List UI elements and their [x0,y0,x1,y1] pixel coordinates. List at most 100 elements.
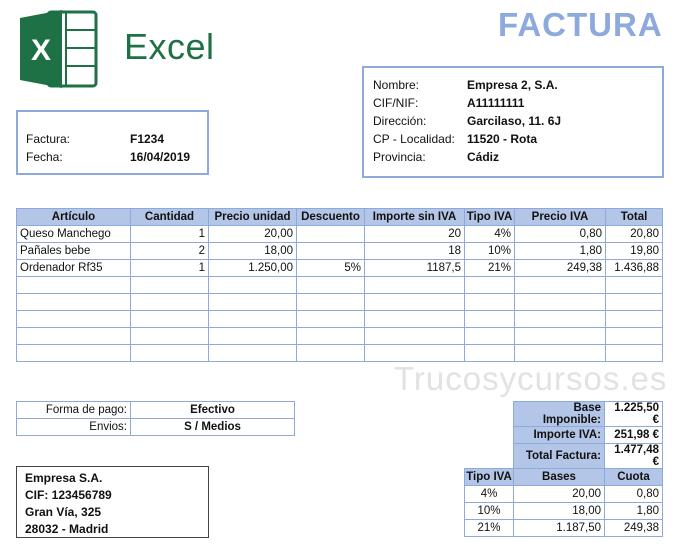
table-cell: 20,00 [208,225,297,243]
col-header: Descuento [296,208,365,226]
col-header: Tipo IVA [464,468,514,486]
table-cell [16,344,131,362]
client-row: CP - Localidad: 11520 - Rota [373,132,537,146]
col-header: Cuota [604,468,663,486]
table-cell [296,242,365,260]
payment-method-row: Forma de pago: Efectivo [16,401,295,419]
company-info-box: Empresa S.A. CIF: 123456789 Gran Vía, 32… [16,466,209,538]
table-cell [208,344,297,362]
tax-table: Tipo IVA Bases Cuota 4% 20,00 0,80 10% 1… [464,468,663,537]
client-label: Nombre: [373,78,420,92]
payment-table: Forma de pago: Efectivo Envios: S / Medi… [16,401,295,436]
client-info-box: Nombre: Empresa 2, S.A. CIF/NIF: A11111111… [362,66,664,178]
col-header: Cantidad [130,208,209,226]
table-cell: 4% [464,225,515,243]
total-label: Total Factura: [513,443,605,469]
table-row [16,327,663,345]
tax-cell: 18,00 [513,502,605,520]
col-header: Precio IVA [514,208,606,226]
table-cell [364,344,465,362]
invoice-number-row: Factura: F1234 [26,132,164,146]
table-cell [364,293,465,311]
totals-table: Base Imponible: 1.225,50 € Importe IVA: … [513,401,663,469]
table-cell [296,344,365,362]
table-cell [364,310,465,328]
tax-row: 10% 18,00 1,80 [464,502,663,520]
col-header: Total [605,208,663,226]
invoice-date-row: Fecha: 16/04/2019 [26,150,190,164]
invoice-number: F1234 [130,132,165,146]
company-line: 28032 - Madrid [25,522,109,536]
table-cell [296,327,365,345]
items-table: Artículo Cantidad Precio unidad Descuent… [16,208,663,362]
table-cell [464,327,515,345]
client-row: Provincia: Cádiz [373,150,499,164]
table-cell: 18,00 [208,242,297,260]
client-value: Cádiz [467,150,500,164]
table-cell: 0,80 [514,225,606,243]
excel-logo-letter: X [31,34,51,67]
col-header: Importe sin IVA [364,208,465,226]
table-cell [514,310,606,328]
base-label: Base Imponible: [513,401,605,427]
table-cell: 1.436,88 [605,259,663,277]
table-cell [296,293,365,311]
table-row: Pañales bebe 2 18,00 18 10% 1,80 19,80 [16,242,663,260]
table-cell [208,276,297,294]
table-cell: 20 [364,225,465,243]
shipping-row: Envios: S / Medios [16,418,295,436]
client-label: Provincia: [373,150,426,164]
table-cell [605,276,663,294]
table-cell: 1 [130,225,209,243]
invoice-title: FACTURA [498,6,663,43]
payment-method: Efectivo [130,401,295,419]
table-row: Ordenador Rf35 1 1.250,00 5% 1187,5 21% 249,38… [16,259,663,277]
client-row: Dirección: Garcilaso, 11. 6J [373,114,561,128]
tax-cell: 20,00 [513,485,605,503]
table-cell: Queso Manchego [16,225,131,243]
company-line: CIF: 123456789 [25,488,112,502]
table-cell [130,276,209,294]
table-cell [364,276,465,294]
table-cell [130,293,209,311]
table-cell [208,293,297,311]
payment-method-label: Forma de pago: [16,401,131,419]
table-cell: Pañales bebe [16,242,131,260]
base-row: Base Imponible: 1.225,50 € [513,401,663,427]
invoice-date: 16/04/2019 [130,150,191,164]
table-cell: Ordenador Rf35 [16,259,131,277]
tax-cell: 4% [464,485,514,503]
table-row [16,276,663,294]
table-cell: 19,80 [605,242,663,260]
invoice-date-label: Fecha: [26,150,63,164]
invoice-number-label: Factura: [26,132,71,146]
tax-cell: 21% [464,519,514,537]
table-cell [605,310,663,328]
table-cell [464,344,515,362]
client-value: 11520 - Rota [467,132,538,146]
tax-cell: 10% [464,502,514,520]
table-cell [296,225,365,243]
total-row: Total Factura: 1.477,48 € [513,443,663,469]
table-cell [605,327,663,345]
client-row: CIF/NIF: A11111111 [373,96,524,110]
tax-row: 4% 20,00 0,80 [464,485,663,503]
base-value: 1.225,50 € [604,401,663,427]
client-row: Nombre: Empresa 2, S.A. [373,78,558,92]
excel-wordmark: Excel [124,26,215,67]
shipping-label: Envios: [16,418,131,436]
col-header: Bases [513,468,605,486]
table-cell: 2 [130,242,209,260]
tax-cell: 1,80 [604,502,663,520]
table-cell: 21% [464,259,515,277]
company-line: Gran Vía, 325 [25,505,102,519]
invoice-info-box: Factura: F1234 Fecha: 16/04/2019 [16,110,209,175]
table-cell: 1 [130,259,209,277]
table-cell [464,310,515,328]
table-row [16,293,663,311]
client-label: Dirección: [373,114,427,128]
col-header: Artículo [16,208,131,226]
iva-row: Importe IVA: 251,98 € [513,426,663,444]
tax-row: 21% 1.187,50 249,38 [464,519,663,537]
table-cell [296,310,365,328]
